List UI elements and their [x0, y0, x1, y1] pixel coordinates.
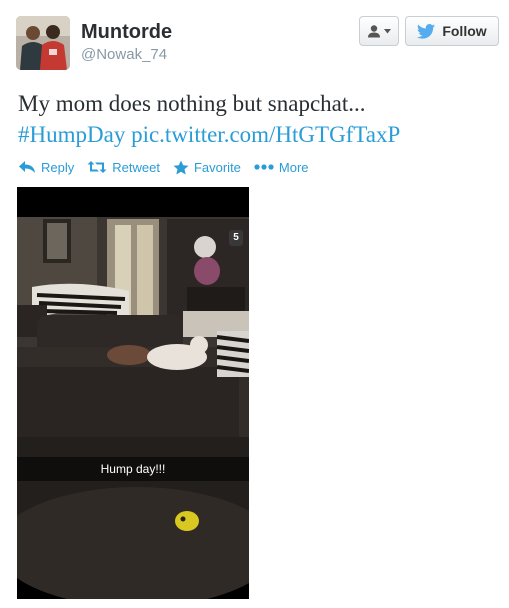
person-icon: [368, 25, 380, 38]
tweet-photo[interactable]: 5 Hump day!!!: [17, 187, 249, 599]
follow-label: Follow: [442, 23, 487, 39]
snap-timer-badge: 5: [229, 230, 243, 246]
snap-caption: Hump day!!!: [17, 457, 249, 481]
user-actions-button[interactable]: [359, 16, 399, 46]
follow-button[interactable]: Follow: [405, 16, 499, 46]
more-label: More: [278, 159, 309, 175]
retweet-icon: [87, 161, 107, 173]
reply-label: Reply: [41, 159, 75, 175]
media-link[interactable]: pic.twitter.com/HtGTGfTaxP: [131, 122, 400, 147]
hashtag-link[interactable]: #HumpDay: [18, 122, 125, 147]
user-handle[interactable]: @Nowak_74: [81, 46, 167, 64]
tweet-body: My mom does nothing but snapchat...: [18, 91, 366, 116]
avatar-photo: [16, 16, 70, 70]
reply-button[interactable]: Reply: [18, 160, 74, 175]
tweet-actions: Reply Retweet Favorite More: [18, 157, 322, 177]
favorite-label: Favorite: [193, 159, 241, 175]
star-icon: [173, 160, 189, 174]
retweet-label: Retweet: [112, 159, 160, 175]
reply-icon: [19, 161, 35, 173]
display-name[interactable]: Muntorde: [81, 20, 172, 44]
tweet-card: Muntorde @Nowak_74 Follow My mom does no…: [0, 0, 509, 608]
retweet-button[interactable]: Retweet: [87, 160, 160, 175]
more-dots-icon: [254, 164, 274, 170]
caret-down-icon: [384, 28, 391, 33]
avatar[interactable]: [16, 16, 70, 70]
favorite-button[interactable]: Favorite: [173, 160, 241, 175]
more-button[interactable]: More: [254, 160, 309, 175]
tweet-text: My mom does nothing but snapchat... #Hum…: [18, 88, 498, 150]
snapchat-photo: [17, 187, 249, 599]
twitter-bird-icon: [417, 23, 436, 39]
